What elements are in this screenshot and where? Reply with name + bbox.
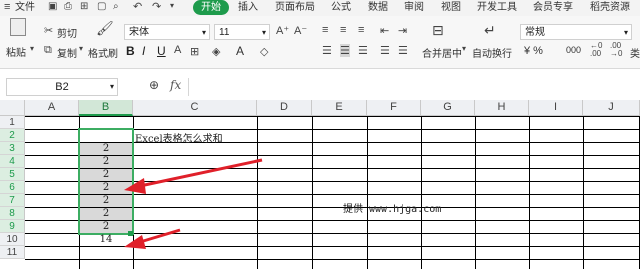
arrow-to-b10 [124,228,181,249]
annotation-arrows [124,158,263,249]
arrow-to-b6 [124,158,263,194]
